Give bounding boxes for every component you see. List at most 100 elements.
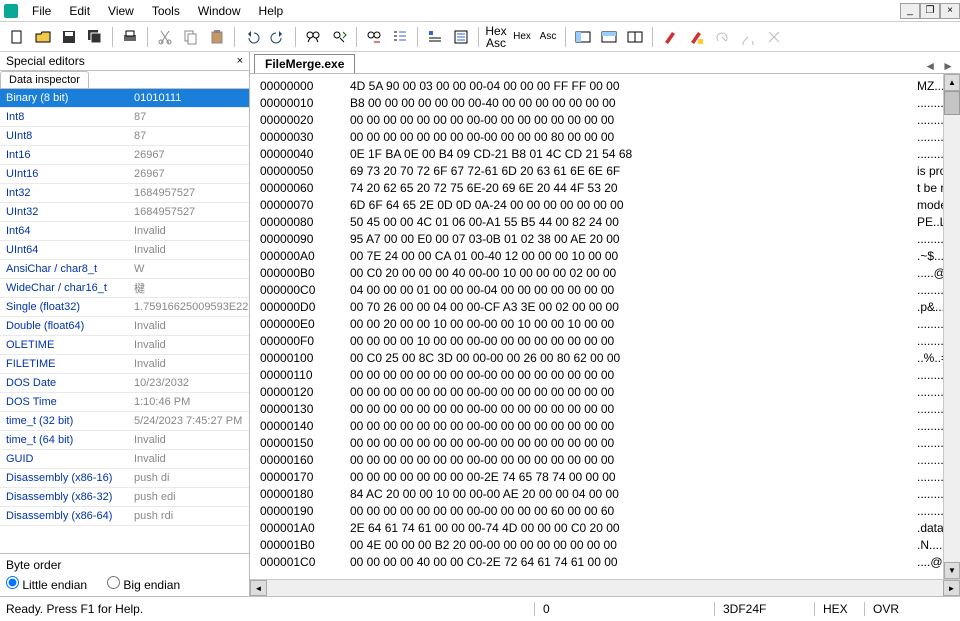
menu-help[interactable]: Help xyxy=(251,2,292,20)
scroll-down-icon[interactable]: ▼ xyxy=(944,562,960,579)
inspector-row[interactable]: Int64Invalid xyxy=(0,222,249,241)
hex-mode-button[interactable]: Hex xyxy=(511,26,533,48)
options2-icon[interactable] xyxy=(450,26,472,48)
close-button[interactable]: × xyxy=(940,3,960,19)
little-endian-radio[interactable]: Little endian xyxy=(6,576,87,592)
big-endian-radio[interactable]: Big endian xyxy=(107,576,180,592)
hex-row[interactable]: 000000A000 7E 24 00 00 CA 01 00-40 12 00… xyxy=(260,248,958,265)
hex-row[interactable]: 000001B000 4E 00 00 00 B2 20 00-00 00 00… xyxy=(260,537,958,554)
hex-row[interactable]: 000001A02E 64 61 74 61 00 00 00-74 4D 00… xyxy=(260,520,958,537)
hex-row[interactable]: 0000010000 C0 25 00 8C 3D 00 00-00 00 26… xyxy=(260,350,958,367)
inspector-row[interactable]: UInt64Invalid xyxy=(0,241,249,260)
inspector-row[interactable]: WideChar / char16_t楗 xyxy=(0,279,249,298)
inspector-row[interactable]: UInt887 xyxy=(0,127,249,146)
findnext-icon[interactable] xyxy=(328,26,350,48)
menu-view[interactable]: View xyxy=(100,2,142,20)
inspector-row[interactable]: DOS Date10/23/2032 xyxy=(0,374,249,393)
hex-row[interactable]: 000000004D 5A 90 00 03 00 00 00-04 00 00… xyxy=(260,78,958,95)
marker1-icon[interactable] xyxy=(659,26,681,48)
cut-icon[interactable] xyxy=(154,26,176,48)
hex-row[interactable]: 0000012000 00 00 00 00 00 00 00-00 00 00… xyxy=(260,384,958,401)
inspector-row[interactable]: Disassembly (x86-64)push rdi xyxy=(0,507,249,526)
inspector-row[interactable]: Int1626967 xyxy=(0,146,249,165)
hex-row[interactable]: 0000014000 00 00 00 00 00 00 00-00 00 00… xyxy=(260,418,958,435)
inspector-row[interactable]: DOS Time1:10:46 PM xyxy=(0,393,249,412)
print-icon[interactable] xyxy=(119,26,141,48)
hex-row[interactable]: 000000B000 C0 20 00 00 00 40 00-00 10 00… xyxy=(260,265,958,282)
marker4-icon[interactable] xyxy=(737,26,759,48)
hex-row[interactable]: 000000F000 00 00 00 10 00 00 00-00 00 00… xyxy=(260,333,958,350)
inspector-row[interactable]: time_t (32 bit)5/24/2023 7:45:27 PM xyxy=(0,412,249,431)
hex-row[interactable]: 0000017000 00 00 00 00 00 00 00-2E 74 65… xyxy=(260,469,958,486)
marker2-icon[interactable] xyxy=(685,26,707,48)
hex-row[interactable]: 0000013000 00 00 00 00 00 00 00-00 00 00… xyxy=(260,401,958,418)
tab-data-inspector[interactable]: Data inspector xyxy=(0,71,89,88)
bookmark-list-icon[interactable] xyxy=(389,26,411,48)
hex-view[interactable]: 000000004D 5A 90 00 03 00 00 00-04 00 00… xyxy=(250,74,960,579)
inspector-row[interactable]: Disassembly (x86-32)push edi xyxy=(0,488,249,507)
hex-row[interactable]: 000000706D 6F 64 65 2E 0D 0D 0A-24 00 00… xyxy=(260,197,958,214)
saveall-icon[interactable] xyxy=(84,26,106,48)
hex-row[interactable]: 0000008050 45 00 00 4C 01 06 00-A1 55 B5… xyxy=(260,214,958,231)
scroll-right-icon[interactable]: ► xyxy=(943,580,960,596)
marker5-icon[interactable] xyxy=(763,26,785,48)
copy-icon[interactable] xyxy=(180,26,202,48)
inspector-row[interactable]: time_t (64 bit)Invalid xyxy=(0,431,249,450)
replace-icon[interactable] xyxy=(363,26,385,48)
save-icon[interactable] xyxy=(58,26,80,48)
menu-edit[interactable]: Edit xyxy=(61,2,98,20)
hex-row[interactable]: 0000002000 00 00 00 00 00 00 00-00 00 00… xyxy=(260,112,958,129)
find-icon[interactable] xyxy=(302,26,324,48)
menu-tools[interactable]: Tools xyxy=(144,2,188,20)
hex-row[interactable]: 0000015000 00 00 00 00 00 00 00-00 00 00… xyxy=(260,435,958,452)
vertical-scrollbar[interactable]: ▲ ▼ xyxy=(943,74,960,579)
undo-icon[interactable] xyxy=(241,26,263,48)
layout3-icon[interactable] xyxy=(624,26,646,48)
inspector-row[interactable]: Single (float32)1.75916625009593E22 xyxy=(0,298,249,317)
inspector-row[interactable]: GUIDInvalid xyxy=(0,450,249,469)
hex-row[interactable]: 0000016000 00 00 00 00 00 00 00-00 00 00… xyxy=(260,452,958,469)
hex-row[interactable]: 0000009095 A7 00 00 E0 00 07 03-0B 01 02… xyxy=(260,231,958,248)
hex-row[interactable]: 0000019000 00 00 00 00 00 00 00-00 00 00… xyxy=(260,503,958,520)
redo-icon[interactable] xyxy=(267,26,289,48)
hex-row[interactable]: 0000005069 73 20 70 72 6F 67 72-61 6D 20… xyxy=(260,163,958,180)
hex-row[interactable]: 0000011000 00 00 00 00 00 00 00-00 00 00… xyxy=(260,367,958,384)
scroll-thumb[interactable] xyxy=(944,91,960,115)
menu-file[interactable]: File xyxy=(24,2,59,20)
inspector-row[interactable]: UInt321684957527 xyxy=(0,203,249,222)
menu-window[interactable]: Window xyxy=(190,2,249,20)
inspector-row[interactable]: Int321684957527 xyxy=(0,184,249,203)
maximize-button[interactable]: ❐ xyxy=(920,3,940,19)
scroll-up-icon[interactable]: ▲ xyxy=(944,74,960,91)
inspector-row[interactable]: UInt1626967 xyxy=(0,165,249,184)
hex-row[interactable]: 0000006074 20 62 65 20 72 75 6E-20 69 6E… xyxy=(260,180,958,197)
inspector-row[interactable]: AnsiChar / char8_tW xyxy=(0,260,249,279)
tab-nav-arrows[interactable]: ◄► xyxy=(924,59,954,73)
open-icon[interactable] xyxy=(32,26,54,48)
inspector-row[interactable]: OLETIMEInvalid xyxy=(0,336,249,355)
minimize-button[interactable]: _ xyxy=(900,3,920,19)
inspector-row[interactable]: Double (float64)Invalid xyxy=(0,317,249,336)
inspector-row[interactable]: Disassembly (x86-16)push di xyxy=(0,469,249,488)
inspector-row[interactable]: Binary (8 bit)01010111 xyxy=(0,89,249,108)
horizontal-scrollbar[interactable]: ◄ ► xyxy=(250,579,960,596)
inspector-row[interactable]: FILETIMEInvalid xyxy=(0,355,249,374)
hex-row[interactable]: 000000D000 70 26 00 00 04 00 00-CF A3 3E… xyxy=(260,299,958,316)
hexasc-toggle[interactable]: HexAsc xyxy=(485,26,507,48)
hex-row[interactable]: 0000003000 00 00 00 00 00 00 00-00 00 00… xyxy=(260,129,958,146)
hex-row[interactable]: 000000E000 00 20 00 00 10 00 00-00 00 10… xyxy=(260,316,958,333)
panel-close-icon[interactable]: × xyxy=(237,55,243,67)
inspector-row[interactable]: Int887 xyxy=(0,108,249,127)
hex-row[interactable]: 0000018084 AC 20 00 00 10 00 00-00 AE 20… xyxy=(260,486,958,503)
hex-row[interactable]: 000000C004 00 00 00 01 00 00 00-04 00 00… xyxy=(260,282,958,299)
layout2-icon[interactable] xyxy=(598,26,620,48)
layout1-icon[interactable] xyxy=(572,26,594,48)
file-tab[interactable]: FileMerge.exe xyxy=(254,54,355,73)
marker3-icon[interactable] xyxy=(711,26,733,48)
new-icon[interactable] xyxy=(6,26,28,48)
hex-row[interactable]: 000000400E 1F BA 0E 00 B4 09 CD-21 B8 01… xyxy=(260,146,958,163)
hex-row[interactable]: 000001C000 00 00 00 40 00 00 C0-2E 72 64… xyxy=(260,554,958,571)
asc-mode-button[interactable]: Asc xyxy=(537,26,559,48)
hex-row[interactable]: 00000010B8 00 00 00 00 00 00 00-40 00 00… xyxy=(260,95,958,112)
options1-icon[interactable] xyxy=(424,26,446,48)
